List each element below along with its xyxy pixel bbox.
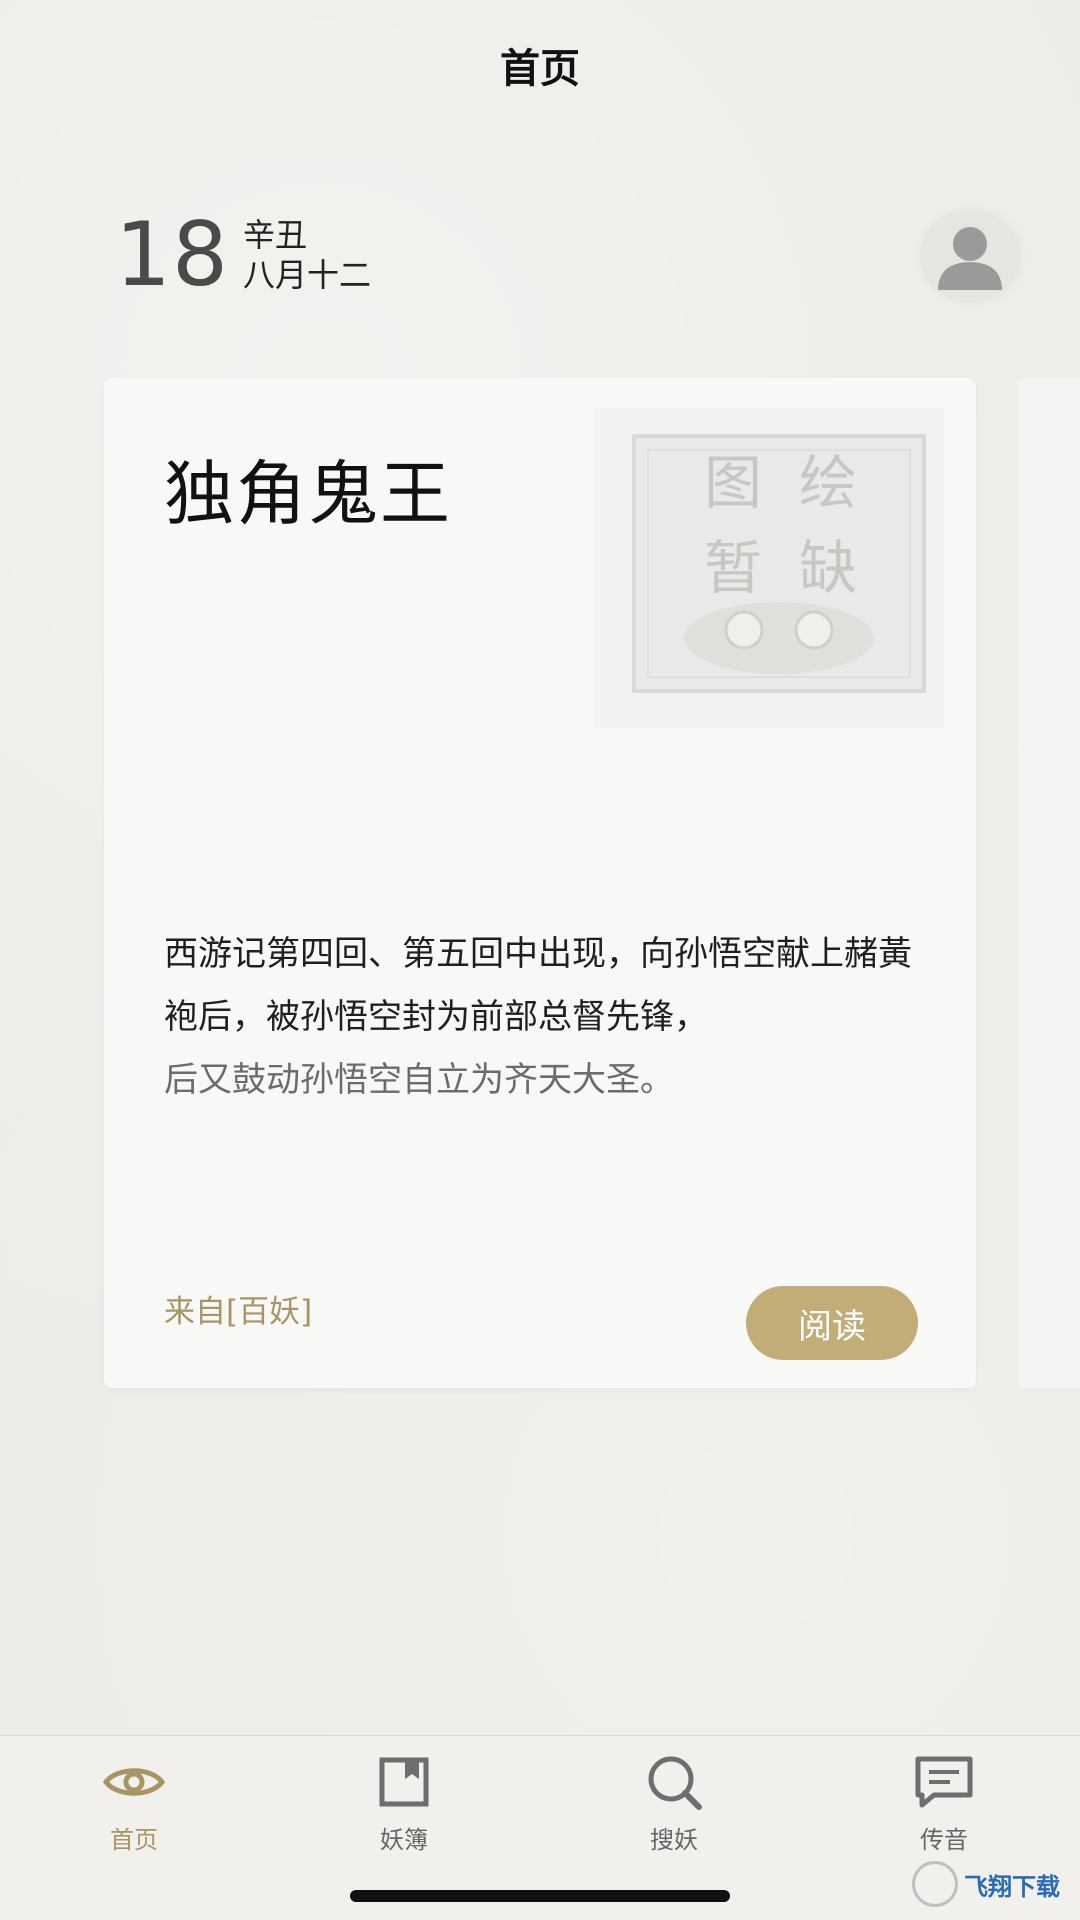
watermark-text: 飞翔下载	[964, 1872, 1060, 1901]
date-day: 18	[115, 203, 229, 306]
tab-search-label: 搜妖	[650, 1826, 698, 1854]
watermark-logo: 飞翔下载	[912, 1858, 1072, 1910]
tab-message-label: 传音	[920, 1826, 968, 1854]
watermark-circle-icon	[912, 1861, 958, 1907]
placeholder-seal-image: 图 绘 暂 缺	[594, 408, 944, 728]
read-button[interactable]: 阅读	[746, 1286, 918, 1360]
lunar-year: 辛丑	[242, 216, 307, 254]
description-fade: 后又鼓动孙悟空自立为齐天大圣。	[164, 1060, 674, 1100]
eye-icon	[102, 1750, 166, 1814]
user-icon	[938, 227, 1002, 290]
tab-search[interactable]: 搜妖	[604, 1750, 744, 1860]
seal-char-2: 绘	[799, 449, 857, 517]
lunar-day: 八月十二	[242, 256, 371, 294]
search-icon	[642, 1750, 706, 1814]
description-main: 西游记第四回、第五回中出现，向孙悟空献上赭黃袍后，被孙悟空封为前部总督先锋，	[164, 934, 912, 1037]
monster-name: 独角鬼王	[164, 453, 452, 535]
tab-home[interactable]: 首页	[64, 1750, 204, 1860]
tab-monster-book[interactable]: 妖簿	[334, 1750, 474, 1860]
tab-message[interactable]: 传音	[874, 1750, 1014, 1860]
monster-description: 西游记第四回、第五回中出现，向孙悟空献上赭黃袍后，被孙悟空封为前部总督先锋， 后…	[164, 923, 924, 1112]
next-card-peek[interactable]	[1018, 378, 1080, 1388]
lunar-date: 辛丑 八月十二	[243, 215, 371, 295]
source-label: 来自[百妖]	[164, 1294, 313, 1330]
seal-char-3: 暂	[704, 534, 762, 602]
page-title: 首页	[500, 46, 580, 92]
bookmark-icon	[372, 1750, 436, 1814]
seal-char-4: 缺	[799, 534, 857, 602]
date-display: 18 辛丑 八月十二	[115, 210, 371, 300]
home-indicator	[350, 1890, 730, 1902]
message-icon	[912, 1750, 976, 1814]
home-screen: 首页 18 辛丑 八月十二 独角鬼王 图 绘 暂 缺 西游记第四回、第五回中出现…	[0, 0, 1080, 1920]
tab-monster-book-label: 妖簿	[380, 1826, 428, 1854]
seal-char-1: 图	[704, 449, 762, 517]
monster-card[interactable]: 独角鬼王 图 绘 暂 缺 西游记第四回、第五回中出现，向孙悟空献上赭黃袍后，被孙…	[104, 378, 976, 1388]
avatar[interactable]	[920, 210, 1020, 302]
tab-home-label: 首页	[110, 1826, 158, 1854]
